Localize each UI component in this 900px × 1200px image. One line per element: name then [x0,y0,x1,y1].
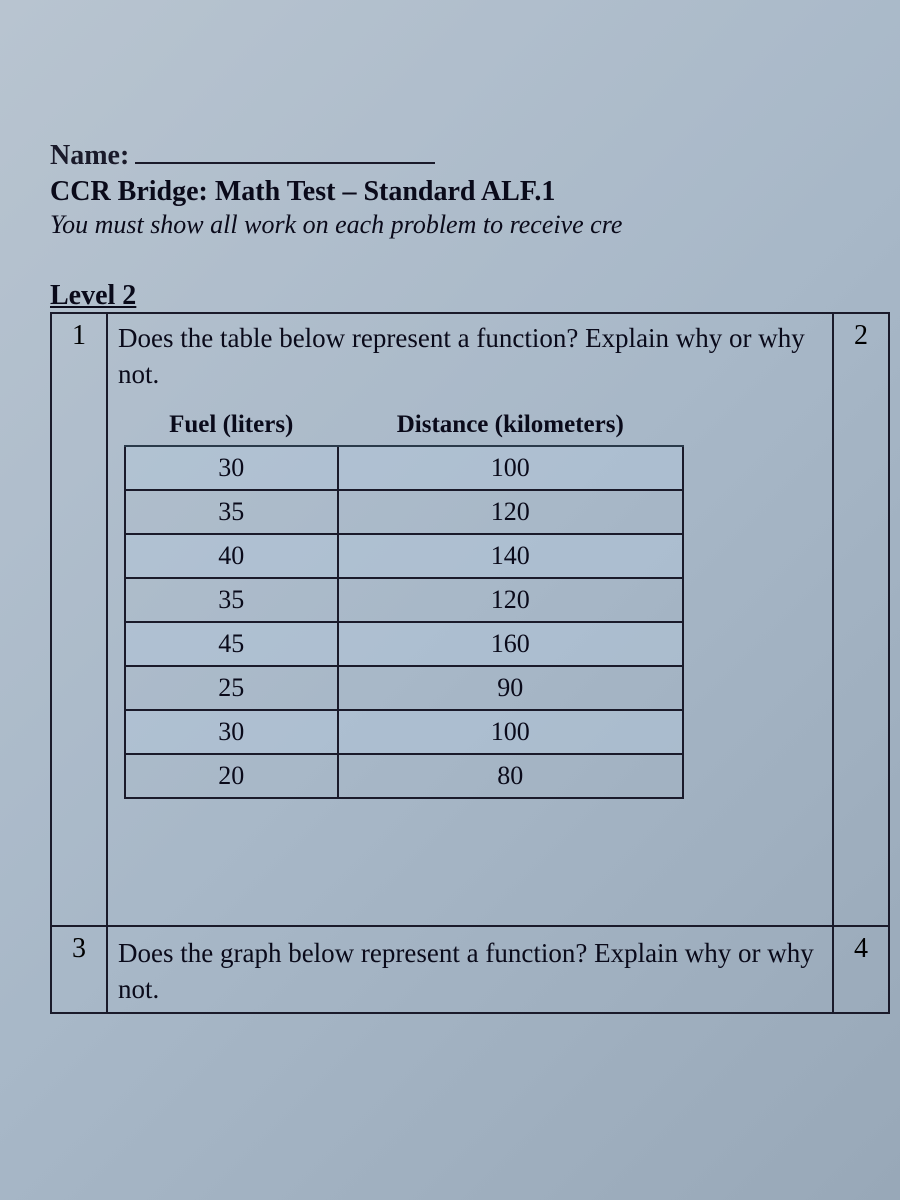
level-label: Level 2 [50,280,900,312]
table-cell: 45 [125,622,338,666]
table-row: 30100 [125,710,683,754]
table-cell: 35 [125,490,338,534]
table-cell: 30 [125,710,338,754]
question-cell-3: Does the graph below represent a functio… [107,926,833,1013]
question-number-1: 1 [51,313,107,926]
name-blank-line [135,140,435,164]
table-cell: 100 [338,446,683,490]
question-number-3: 3 [51,926,107,1013]
question-row-1: 1 Does the table below represent a funct… [51,313,889,926]
table-row: 30100 [125,446,683,490]
table-cell: 120 [338,578,683,622]
table-cell: 90 [338,666,683,710]
table-row: 35120 [125,578,683,622]
question-text-1: Does the table below represent a functio… [118,320,822,393]
table-row: 45160 [125,622,683,666]
worksheet-page: Name: CCR Bridge: Math Test – Standard A… [50,140,900,1014]
name-row: Name: [50,140,900,172]
table-cell: 160 [338,622,683,666]
table-cell: 30 [125,446,338,490]
table-row: 2080 [125,754,683,798]
question-grid: 1 Does the table below represent a funct… [50,312,890,1014]
worksheet-title: CCR Bridge: Math Test – Standard ALF.1 [50,176,900,208]
name-label: Name: [50,140,129,172]
table-row: 40140 [125,534,683,578]
question-number-4: 4 [833,926,889,1013]
fuel-distance-table: Fuel (liters) Distance (kilometers) 3010… [124,405,684,799]
table-cell: 20 [125,754,338,798]
table-header-distance: Distance (kilometers) [338,405,683,446]
table-cell: 40 [125,534,338,578]
instruction-text: You must show all work on each problem t… [50,210,900,240]
question-number-2: 2 [833,313,889,926]
table-cell: 35 [125,578,338,622]
table-cell: 80 [338,754,683,798]
table-row: 35120 [125,490,683,534]
table-cell: 100 [338,710,683,754]
question-row-3: 3 Does the graph below represent a funct… [51,926,889,1013]
table-cell: 140 [338,534,683,578]
table-row: 2590 [125,666,683,710]
question-cell-1: Does the table below represent a functio… [107,313,833,926]
table-cell: 120 [338,490,683,534]
question-text-3: Does the graph below represent a functio… [118,935,822,1008]
table-header-fuel: Fuel (liters) [125,405,338,446]
table-cell: 25 [125,666,338,710]
